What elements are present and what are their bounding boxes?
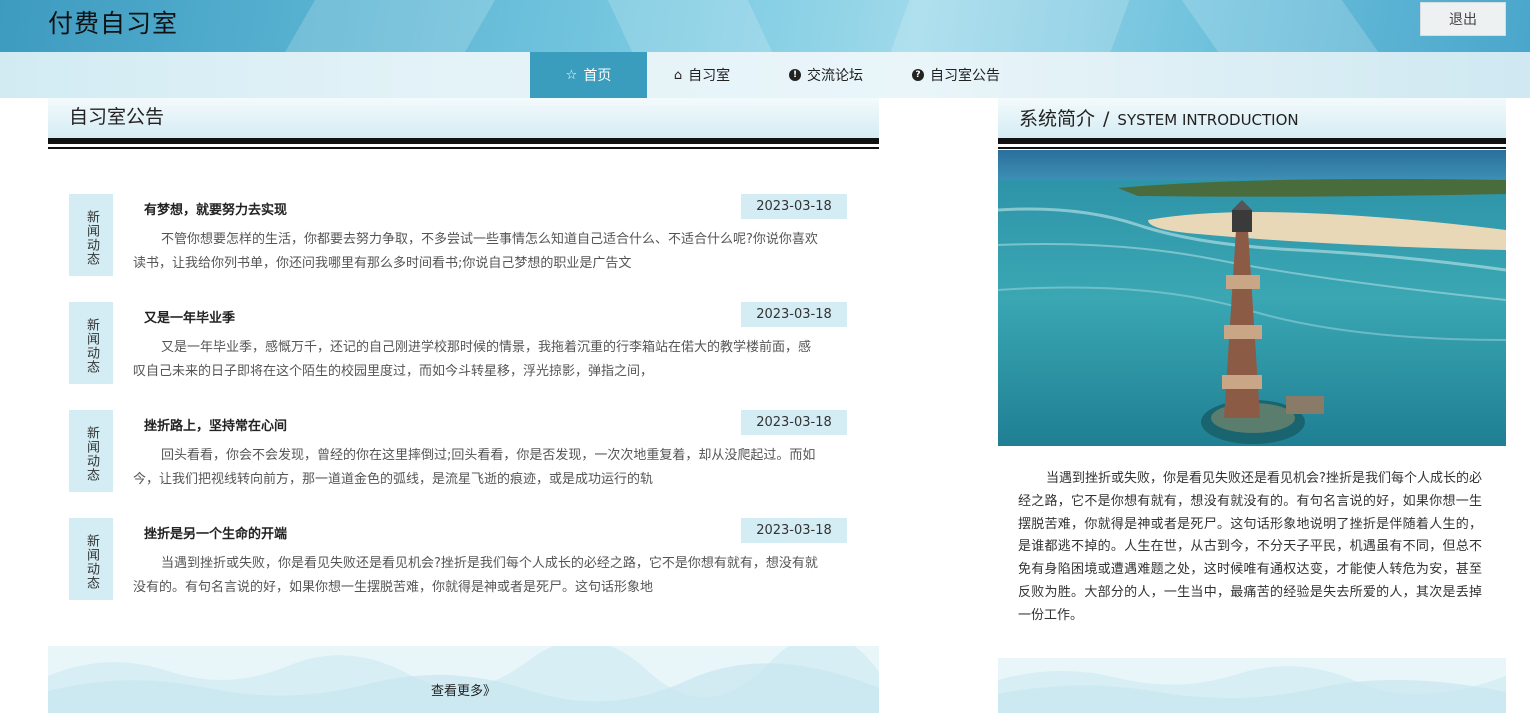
news-tag: 新闻动态 bbox=[69, 302, 113, 384]
news-excerpt: 不管你想要怎样的生活，你都要去努力争取，不多尝试一些事情怎么知道自己适合什么、不… bbox=[133, 232, 818, 271]
header-decoration bbox=[1181, 0, 1379, 52]
nav-item-label: 首页 bbox=[583, 68, 612, 84]
panel-title: 自习室公告 bbox=[69, 106, 165, 128]
news-date: 2023-03-18 bbox=[741, 194, 847, 219]
news-tag: 新闻动态 bbox=[69, 194, 113, 276]
wave-decoration bbox=[998, 658, 1506, 713]
title-en: SYSTEM INTRODUCTION bbox=[1117, 111, 1299, 129]
main-nav: ☆ 首页 ⌂ 自习室 ! 交流论坛 ? 自习室公告 bbox=[0, 52, 1530, 98]
site-header: 付费自习室 退出 bbox=[0, 0, 1530, 52]
star-icon: ☆ bbox=[565, 67, 578, 83]
header-decoration bbox=[284, 0, 496, 52]
exclamation-circle-icon: ! bbox=[789, 69, 801, 81]
news-excerpt: 当遇到挫折或失败，你是看见失败还是看见机会?挫折是我们每个人成长的必经之路，它不… bbox=[133, 556, 818, 595]
news-date: 2023-03-18 bbox=[741, 518, 847, 543]
view-more-link[interactable]: 查看更多》 bbox=[48, 680, 879, 699]
news-title[interactable]: 挫折是另一个生命的开端 bbox=[144, 523, 287, 542]
question-circle-icon: ? bbox=[912, 69, 924, 81]
title-cn: 系统简介 bbox=[1019, 108, 1096, 130]
news-tag: 新闻动态 bbox=[69, 518, 113, 600]
news-item[interactable]: 新闻动态 挫折是另一个生命的开端 2023-03-18 当遇到挫折或失败，你是看… bbox=[69, 518, 849, 626]
header-decoration bbox=[890, 0, 1130, 52]
divider bbox=[998, 147, 1506, 149]
intro-panel: 系统简介 / SYSTEM INTRODUCTION 当遇到挫折或失败，你是看见… bbox=[998, 98, 1506, 713]
news-tag: 新闻动态 bbox=[69, 410, 113, 492]
panel-header: 自习室公告 bbox=[48, 98, 879, 138]
news-excerpt: 又是一年毕业季，感慨万千，还记的自己刚进学校那时候的情景，我拖着沉重的行李箱站在… bbox=[133, 340, 812, 379]
divider bbox=[998, 138, 1506, 144]
news-list: 新闻动态 有梦想，就要努力去实现 2023-03-18 不管你想要怎样的生活，你… bbox=[69, 194, 849, 626]
news-title[interactable]: 有梦想，就要努力去实现 bbox=[144, 199, 287, 218]
nav-item-home[interactable]: ☆ 首页 bbox=[530, 52, 647, 98]
home-icon: ⌂ bbox=[673, 67, 683, 83]
news-excerpt: 回头看看，你会不会发现，曾经的你在这里摔倒过;回头看看，你是否发现，一次次地重复… bbox=[133, 448, 816, 487]
divider bbox=[48, 147, 879, 149]
news-title[interactable]: 又是一年毕业季 bbox=[144, 307, 235, 326]
lighthouse-photo bbox=[998, 150, 1506, 446]
news-item[interactable]: 新闻动态 又是一年毕业季 2023-03-18 又是一年毕业季，感慨万千，还记的… bbox=[69, 302, 849, 410]
logout-button[interactable]: 退出 bbox=[1420, 2, 1506, 36]
announcements-panel: 自习室公告 新闻动态 有梦想，就要努力去实现 2023-03-18 不管你想要怎… bbox=[48, 98, 879, 713]
panel-header: 系统简介 / SYSTEM INTRODUCTION bbox=[998, 98, 1506, 138]
nav-item-study-room[interactable]: ⌂ 自习室 bbox=[652, 52, 752, 98]
header-decoration bbox=[607, 0, 773, 52]
panel-title: 系统简介 / SYSTEM INTRODUCTION bbox=[1019, 104, 1299, 131]
news-date: 2023-03-18 bbox=[741, 302, 847, 327]
wave-graphic bbox=[998, 666, 1506, 713]
news-title[interactable]: 挫折路上，坚持常在心间 bbox=[144, 415, 287, 434]
nav-item-forum[interactable]: ! 交流论坛 bbox=[770, 52, 882, 98]
news-date: 2023-03-18 bbox=[741, 410, 847, 435]
nav-item-announcements[interactable]: ? 自习室公告 bbox=[895, 52, 1017, 98]
divider bbox=[48, 138, 879, 144]
nav-item-label: 自习室 bbox=[688, 68, 731, 84]
news-item[interactable]: 新闻动态 有梦想，就要努力去实现 2023-03-18 不管你想要怎样的生活，你… bbox=[69, 194, 849, 302]
news-item[interactable]: 新闻动态 挫折路上，坚持常在心间 2023-03-18 回头看看，你会不会发现，… bbox=[69, 410, 849, 518]
intro-text: 当遇到挫折或失败，你是看见失败还是看见机会?挫折是我们每个人成长的必经之路，它不… bbox=[1018, 471, 1482, 623]
nav-item-label: 交流论坛 bbox=[807, 68, 863, 84]
site-title: 付费自习室 bbox=[48, 9, 179, 38]
title-separator: / bbox=[1103, 108, 1110, 130]
nav-item-label: 自习室公告 bbox=[930, 68, 1000, 84]
